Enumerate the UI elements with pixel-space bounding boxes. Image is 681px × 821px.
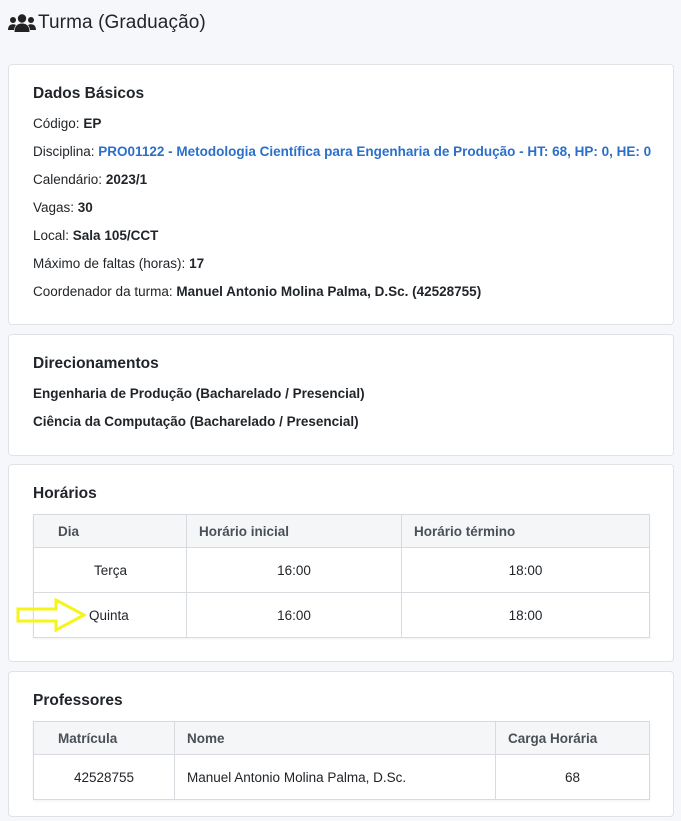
col-matricula: Matrícula [33,721,175,755]
direcionamento-text: Engenharia de Produção (Bacharelado / Pr… [33,386,365,401]
fim-cell: 18:00 [401,592,650,638]
disciplina-label: Disciplina: [33,144,95,159]
faltas-label: Máximo de faltas (horas): [33,256,186,271]
direcionamentos-card: Direcionamentos Engenharia de Produção (… [8,334,674,456]
horarios-title: Horários [33,485,97,502]
inicio-cell: 16:00 [186,592,402,638]
col-horario-termino: Horário término [401,514,650,548]
col-nome: Nome [174,721,496,755]
page-title: Turma (Graduação) [38,12,206,33]
calendario-row: Calendário: 2023/1 [33,172,147,187]
horarios-card: Horários Dia Horário inicial Horário tér… [8,464,674,662]
vagas-label: Vagas: [33,200,75,215]
professores-card: Professores Matrícula Nome Carga Horária… [8,671,674,817]
direcionamento-text: Ciência da Computação (Bacharelado / Pre… [33,414,359,429]
codigo-value: EP [83,116,102,131]
professores-title: Professores [33,692,123,709]
calendario-value: 2023/1 [105,172,148,187]
professores-table: Matrícula Nome Carga Horária 42528755 Ma… [33,721,650,800]
table-row: Quinta 16:00 18:00 [33,592,650,638]
inicio-cell: 16:00 [186,547,402,593]
vagas-row: Vagas: 30 [33,200,93,215]
table-row: 42528755 Manuel Antonio Molina Palma, D.… [33,754,650,800]
coordenador-label: Coordenador da turma: [33,284,173,299]
col-horario-inicial: Horário inicial [186,514,402,548]
page-header: Turma (Graduação) [8,10,206,36]
coordenador-value: Manuel Antonio Molina Palma, D.Sc. (4252… [176,284,482,299]
col-carga-horaria: Carga Horária [495,721,650,755]
codigo-row: Código: EP [33,116,101,131]
direcionamento-item: Engenharia de Produção (Bacharelado / Pr… [33,386,365,401]
vagas-value: 30 [77,200,93,215]
local-row: Local: Sala 105/CCT [33,228,158,243]
fim-cell: 18:00 [401,547,650,593]
dados-basicos-card: Dados Básicos Código: EP Disciplina: PRO… [8,64,674,325]
highlight-arrow-icon [16,598,86,632]
dados-basicos-title: Dados Básicos [33,85,145,102]
nome-cell: Manuel Antonio Molina Palma, D.Sc. [174,754,496,800]
dia-cell: Terça [33,547,187,593]
local-value: Sala 105/CCT [72,228,159,243]
horarios-table: Dia Horário inicial Horário término Terç… [33,514,650,638]
direcionamento-item: Ciência da Computação (Bacharelado / Pre… [33,414,359,429]
codigo-label: Código: [33,116,80,131]
disciplina-row: Disciplina: PRO01122 - Metodologia Cient… [33,144,651,159]
direcionamentos-title: Direcionamentos [33,355,159,372]
carga-cell: 68 [495,754,650,800]
calendario-label: Calendário: [33,172,103,187]
table-header-row: Dia Horário inicial Horário término [33,514,650,548]
faltas-value: 17 [189,256,205,271]
local-label: Local: [33,228,70,243]
users-icon [8,14,36,32]
faltas-row: Máximo de faltas (horas): 17 [33,256,204,271]
col-dia: Dia [33,514,187,548]
coordenador-row: Coordenador da turma: Manuel Antonio Mol… [33,284,481,299]
disciplina-link[interactable]: PRO01122 - Metodologia Científica para E… [98,144,651,159]
matricula-cell: 42528755 [33,754,175,800]
table-row: Terça 16:00 18:00 [33,547,650,593]
table-header-row: Matrícula Nome Carga Horária [33,721,650,755]
